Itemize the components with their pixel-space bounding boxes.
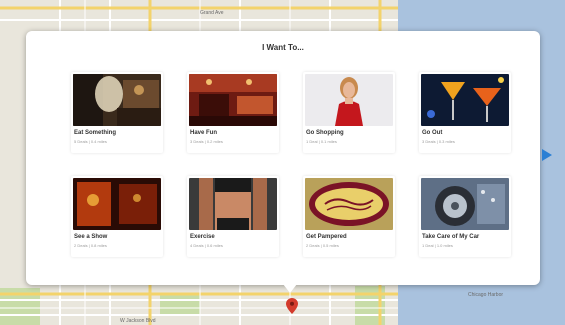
salon-sign-thumbnail xyxy=(305,178,393,230)
category-meta: 2 Deals | 0.5 miles xyxy=(306,243,339,248)
category-label: Exercise xyxy=(190,234,215,240)
category-meta: 3 Deals | 0.2 miles xyxy=(190,139,223,144)
category-label: Eat Something xyxy=(74,130,117,136)
map-street-label: Chicago Harbor xyxy=(468,292,504,298)
category-card-have-fun[interactable]: Have Fun 3 Deals | 0.2 miles xyxy=(187,72,279,153)
category-card-go-shopping[interactable]: Go Shopping 1 Deal | 0.1 miles xyxy=(303,72,395,153)
popup-pointer xyxy=(283,284,297,293)
category-card-see-a-show[interactable]: See a Show 2 Deals | 0.8 miles xyxy=(71,176,163,257)
category-card-take-care-of-my-car[interactable]: Take Care of My Car 1 Deal | 1.0 miles xyxy=(419,176,511,257)
category-card-go-out[interactable]: Go Out 3 Deals | 0.3 miles xyxy=(419,72,511,153)
map-street-label: W Jackson Blvd xyxy=(120,318,156,324)
map-street-label: Grand Ave xyxy=(200,10,224,16)
category-meta: 3 Deals | 0.3 miles xyxy=(422,139,455,144)
popup-title: I Want To... xyxy=(262,43,304,52)
next-arrow-icon[interactable] xyxy=(541,149,553,161)
category-meta: 2 Deals | 0.8 miles xyxy=(74,243,107,248)
category-popup: I Want To... Eat Something 5 Deals | 0.4… xyxy=(26,31,540,285)
category-card-eat-something[interactable]: Eat Something 5 Deals | 0.4 miles xyxy=(71,72,163,153)
restaurant-thumbnail xyxy=(73,74,161,126)
cocktails-thumbnail xyxy=(421,74,509,126)
car-wash-thumbnail xyxy=(421,178,509,230)
theater-thumbnail xyxy=(73,178,161,230)
category-card-get-pampered[interactable]: Get Pampered 2 Deals | 0.5 miles xyxy=(303,176,395,257)
category-meta: 4 Deals | 0.6 miles xyxy=(190,243,223,248)
category-label: Have Fun xyxy=(190,130,218,136)
category-label: Go Shopping xyxy=(306,130,344,136)
category-label: Take Care of My Car xyxy=(422,234,480,240)
bar-thumbnail xyxy=(189,74,277,126)
shopping-thumbnail xyxy=(305,74,393,126)
category-meta: 1 Deal | 1.0 miles xyxy=(422,243,453,248)
category-label: See a Show xyxy=(74,234,108,240)
map-pin-icon[interactable] xyxy=(286,298,298,314)
category-card-exercise[interactable]: Exercise 4 Deals | 0.6 miles xyxy=(187,176,279,257)
fitness-thumbnail xyxy=(189,178,277,230)
category-meta: 5 Deals | 0.4 miles xyxy=(74,139,107,144)
category-label: Go Out xyxy=(422,130,443,136)
category-label: Get Pampered xyxy=(306,234,347,240)
category-meta: 1 Deal | 0.1 miles xyxy=(306,139,337,144)
